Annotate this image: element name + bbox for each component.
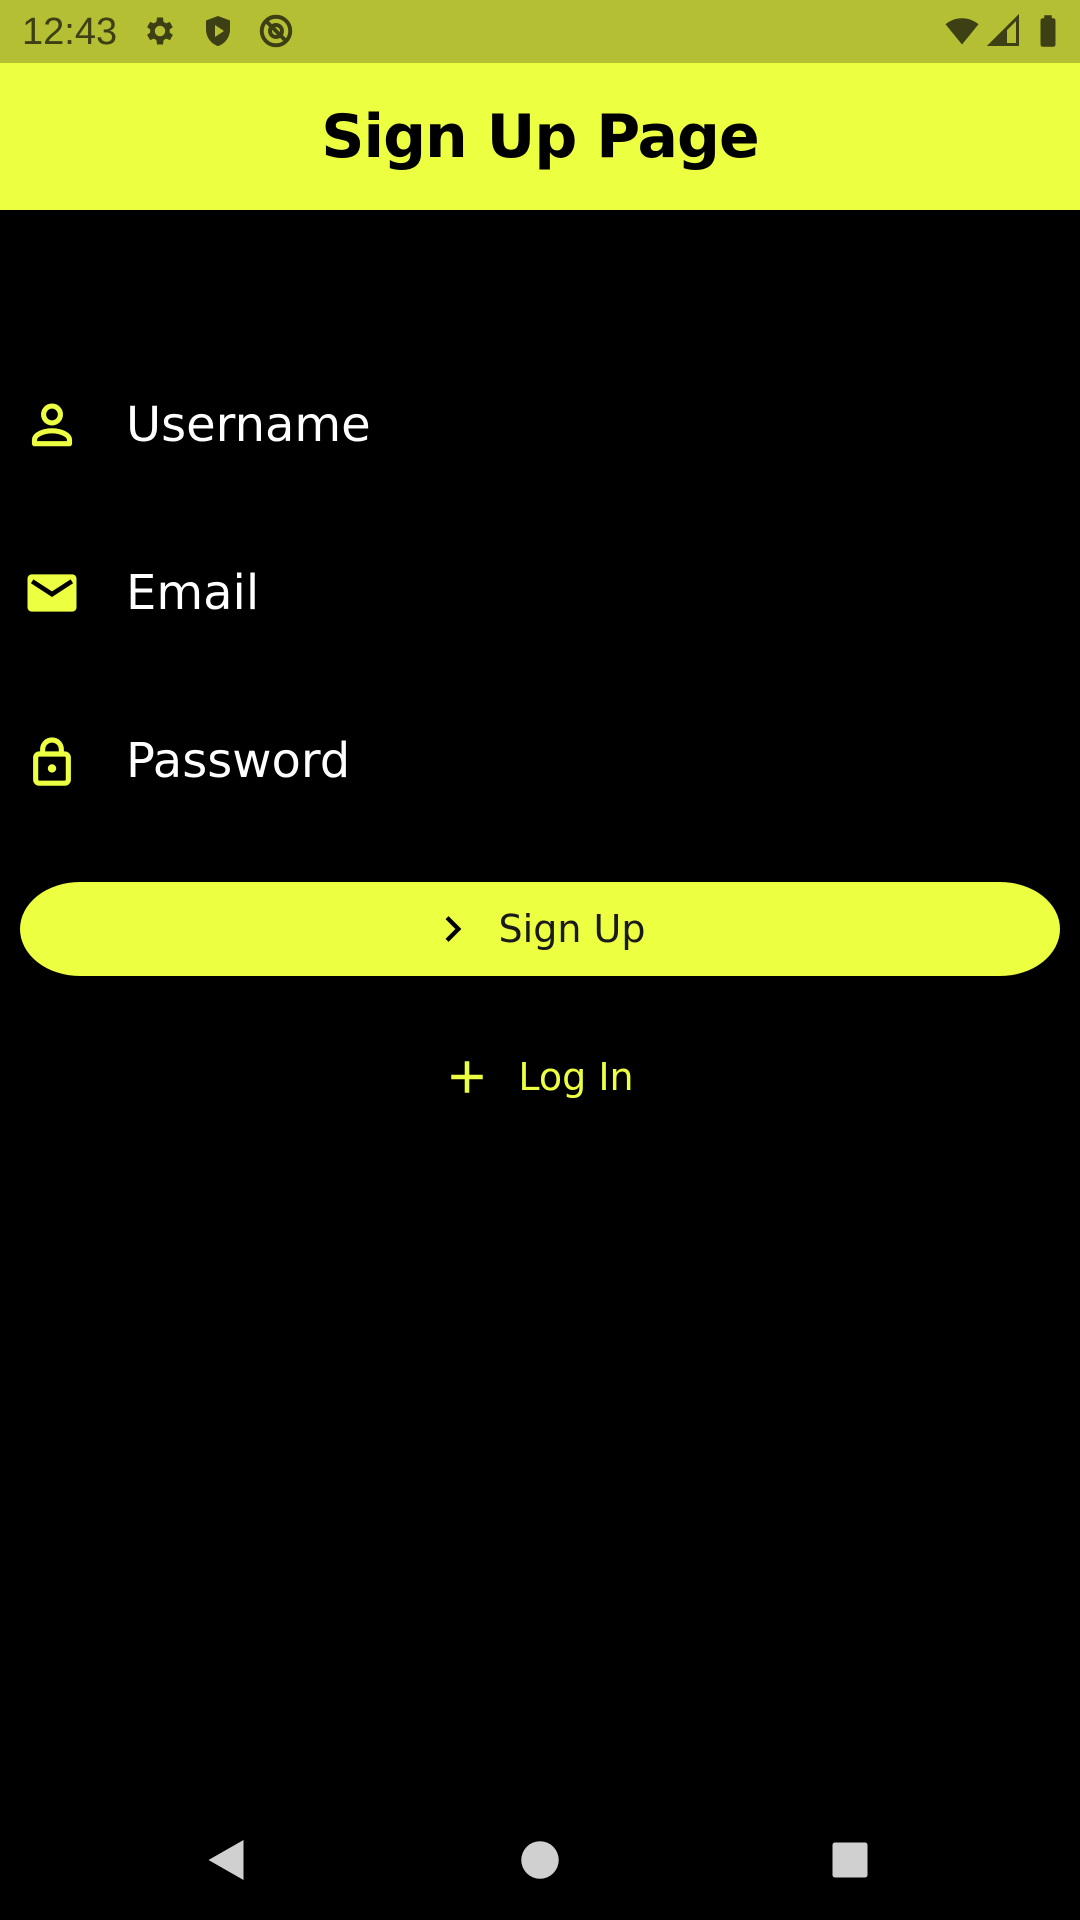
settings-icon: [147, 17, 173, 45]
log-in-button[interactable]: Log In: [0, 1030, 1080, 1124]
sign-up-label: Sign Up: [498, 907, 646, 951]
app-bar: Sign Up Page: [0, 63, 1080, 210]
lock-icon: [33, 737, 71, 786]
person-icon: [31, 403, 73, 447]
mail-icon: [27, 574, 77, 612]
log-in-label: Log In: [518, 1055, 634, 1099]
page-title: Sign Up Page: [321, 101, 759, 172]
home-icon[interactable]: [510, 1830, 570, 1890]
status-time: 12:43: [22, 11, 118, 53]
cell-signal-icon: [986, 13, 1019, 46]
plus-icon: [451, 1061, 484, 1093]
battery-icon: [1040, 15, 1056, 47]
at-sign-icon: [259, 14, 293, 48]
chevron-right-icon: [445, 916, 461, 942]
shield-play-icon: [206, 16, 230, 46]
recents-icon[interactable]: [820, 1830, 880, 1890]
username-field: [0, 370, 1080, 480]
back-icon[interactable]: [196, 1830, 256, 1890]
wifi-icon: [945, 18, 979, 45]
email-field: [0, 538, 1080, 648]
sign-up-button[interactable]: Sign Up: [20, 882, 1060, 976]
log-in-button-content: Log In: [446, 1055, 634, 1099]
sign-up-screen: 12:43 Sign Up Page Username Email Sign U…: [0, 0, 1080, 1920]
password-field: [0, 706, 1080, 816]
sign-up-button-content: Sign Up: [435, 907, 646, 951]
username-input[interactable]: [126, 385, 1026, 465]
email-input[interactable]: [126, 553, 1026, 633]
status-bar: 12:43: [0, 0, 1080, 63]
navigation-bar: [0, 1800, 1080, 1920]
password-input[interactable]: [126, 721, 1026, 801]
